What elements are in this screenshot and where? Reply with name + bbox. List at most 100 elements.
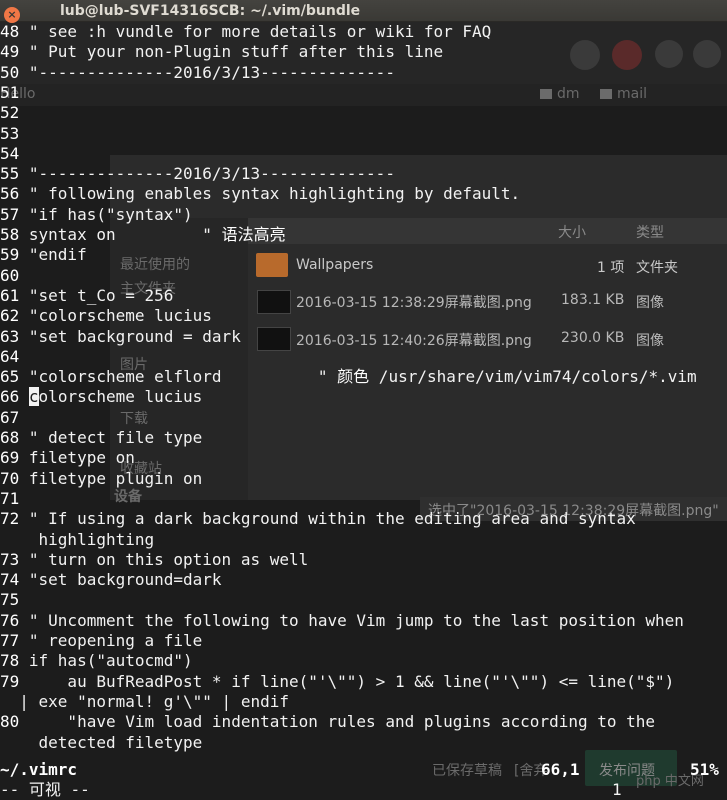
vim-line: 57 "if has("syntax"): [0, 205, 193, 225]
vim-line: 49 " Put your non-Plugin stuff after thi…: [0, 42, 443, 62]
line-text: " following enables syntax highlighting …: [19, 184, 521, 204]
line-number: 76: [0, 610, 20, 630]
line-number: 75: [0, 590, 20, 610]
line-number: 74: [0, 570, 20, 590]
line-number: 56: [0, 184, 20, 204]
line-number: 68: [0, 428, 20, 447]
line-text: | exe "normal! g'\"" | endif: [0, 691, 289, 711]
mode-indicator: -- 可视 --: [0, 780, 90, 799]
text-cursor: c: [28, 387, 39, 407]
badge-count: 1: [612, 780, 622, 799]
line-number: 66: [0, 387, 20, 407]
line-text: highlighting: [0, 529, 155, 549]
line-text: colorscheme lucius: [19, 387, 203, 407]
line-number: 57: [0, 204, 20, 224]
fm-row-name: 2016-03-15 12:40:26屏幕截图.png: [296, 333, 532, 349]
line-text: detected filetype: [0, 732, 203, 752]
line-number: 58: [0, 225, 20, 244]
status-filename: ~/.vimrc: [0, 760, 78, 779]
line-number: 60: [0, 265, 20, 285]
line-number: 62: [0, 306, 20, 326]
line-number: 52: [0, 103, 20, 123]
terminal-title-bar: × lub@lub-SVF14316SCB: ~/.vim/bundle: [0, 0, 727, 23]
line-number: 59: [0, 245, 20, 265]
fm-row-size: 230.0 KB: [561, 330, 625, 346]
extension-icon: [655, 40, 683, 68]
vim-line: 52: [0, 103, 19, 123]
line-text: filetype on: [19, 448, 135, 468]
line-text: " Uncomment the following to have Vim ju…: [19, 610, 684, 630]
vim-line: detected filetype: [0, 732, 203, 753]
vim-line: 80 "have Vim load indentation rules and …: [0, 712, 655, 732]
line-text: olorscheme lucius: [38, 387, 203, 407]
background-bookmarks-bar: Hello dm mail: [0, 84, 727, 106]
bookmark-dm: dm: [540, 86, 580, 102]
vim-line: 79 au BufReadPost * if line("'\"") > 1 &…: [0, 672, 674, 692]
vim-line: 75: [0, 590, 19, 610]
line-number: 55: [0, 164, 20, 184]
line-number: 50: [0, 62, 20, 82]
vim-line: 61 "set t_Co = 256: [0, 286, 173, 306]
line-text: "colorscheme lucius: [19, 306, 212, 326]
line-text: "--------------2016/3/13--------------: [19, 62, 395, 82]
folder-icon: [256, 253, 288, 277]
vim-line: 60: [0, 266, 19, 286]
vim-line: 64: [0, 347, 19, 367]
line-number: 65: [0, 367, 20, 387]
vim-line: 53: [0, 124, 19, 144]
menu-icon: [693, 40, 721, 68]
line-number: 67: [0, 407, 20, 427]
fm-sidebar-recent: 最近使用的: [120, 257, 190, 273]
vim-line: 66 colorscheme lucius: [0, 387, 202, 407]
vim-line: 77 " reopening a file: [0, 631, 202, 651]
vim-status-line: ~/.vimrc 66,1 51%: [0, 760, 727, 780]
vim-line: 72 " If using a dark background within t…: [0, 509, 636, 529]
vim-line: | exe "normal! g'\"" | endif: [0, 692, 289, 712]
line-text: "have Vim load indentation rules and plu…: [19, 712, 656, 732]
line-text: "colorscheme elflord ": [19, 367, 338, 387]
fm-col-type: 类型: [636, 225, 664, 241]
adblock-icon: [612, 40, 642, 70]
line-text: "if has("syntax"): [19, 204, 193, 224]
line-number: 79: [0, 671, 20, 691]
heart-icon: [570, 40, 600, 70]
line-number: 69: [0, 448, 20, 468]
window-title: lub@lub-SVF14316SCB: ~/.vim/bundle: [60, 3, 361, 19]
line-number: 80: [0, 712, 20, 732]
vim-line: 51: [0, 83, 19, 103]
fm-col-size: 大小: [558, 225, 586, 241]
fm-row-size: 1 项: [597, 260, 625, 276]
fm-row-type: 文件夹: [636, 260, 678, 276]
vim-line: 54: [0, 144, 19, 164]
line-text: " see :h vundle for more details or wiki…: [19, 22, 492, 41]
vim-line: 69 filetype on: [0, 448, 135, 468]
vim-line: 63 "set background = dark: [0, 327, 241, 347]
line-text: "endif: [19, 245, 87, 265]
line-number: 61: [0, 285, 20, 305]
vim-line: 74 "set background=dark: [0, 570, 222, 590]
line-text: filetype plugin on: [19, 468, 203, 488]
line-number: 51: [0, 82, 20, 102]
vim-line: highlighting: [0, 529, 155, 550]
folder-icon: [540, 89, 552, 99]
vim-line: 50 "--------------2016/3/13-------------…: [0, 63, 395, 83]
vim-line: 55 "--------------2016/3/13-------------…: [0, 164, 395, 184]
close-button[interactable]: ×: [4, 7, 20, 23]
vim-line: 48 " see :h vundle for more details or w…: [0, 22, 491, 42]
vim-line: 76 " Uncomment the following to have Vim…: [0, 611, 684, 631]
line-text: "--------------2016/3/13--------------: [19, 164, 395, 184]
line-text: if has("autocmd"): [19, 651, 193, 671]
line-number: 73: [0, 549, 20, 569]
vim-line: 71: [0, 489, 19, 509]
line-number: 72: [0, 509, 20, 529]
vim-line: 68 " detect file type: [0, 428, 202, 448]
vim-line: 70 filetype plugin on: [0, 469, 202, 489]
line-number: 71: [0, 488, 20, 508]
vim-line: 78 if has("autocmd"): [0, 651, 193, 671]
fm-sidebar-devices: 设备: [114, 489, 142, 505]
syntax-comment: 语法高亮: [221, 225, 286, 244]
fm-row-name: 2016-03-15 12:38:29屏幕截图.png: [296, 295, 532, 311]
fm-row-name: Wallpapers: [296, 257, 374, 273]
vim-line: 58 syntax on " 语法高亮: [0, 225, 286, 245]
line-text: "set background=dark: [19, 570, 222, 590]
